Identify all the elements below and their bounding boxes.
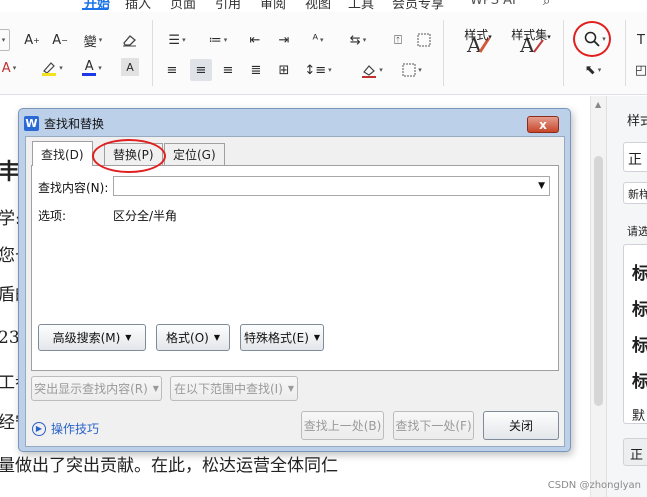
- justify-icon[interactable]: ≣: [246, 59, 266, 81]
- doc-heading: 丰: [0, 159, 21, 185]
- tips-link[interactable]: ▶ 操作技巧: [32, 420, 99, 437]
- tab-review[interactable]: 审阅: [260, 0, 286, 12]
- pane-prompt: 请选: [627, 225, 647, 238]
- ribbon: ▾ A + A − 變 ▾ A ▾ ▾ A ▾ A ☰ ▾ ≔ ▾ ⇤ ⇥ ᴬ ▾ ⇆ ▾ ⍐ ≡…: [0, 12, 647, 95]
- style-item[interactable]: 标: [632, 331, 647, 356]
- watermark: CSDN @zhonglyan: [547, 480, 641, 491]
- doc-line: 量做出了突出贡献。在此，松达运营全体同仁: [0, 456, 338, 476]
- style-button[interactable]: A 样式▾: [452, 26, 504, 88]
- style-item[interactable]: 标: [632, 295, 647, 320]
- tab-wps-ai[interactable]: WPS AI: [470, 0, 516, 8]
- close-button[interactable]: 关闭: [483, 411, 559, 440]
- borders-icon[interactable]: [414, 29, 434, 51]
- style-item[interactable]: 标: [632, 259, 647, 284]
- search-icon[interactable]: ⌕: [543, 0, 550, 9]
- find-input[interactable]: ▼: [113, 176, 550, 196]
- decrease-indent-icon[interactable]: ⇤: [245, 29, 265, 51]
- find-replace-dialog: W 查找和替换 x 查找(D) 替换(P) 定位(G) 查找内容(N): ▼ 选…: [18, 108, 571, 452]
- increase-indent-icon[interactable]: ⇥: [274, 29, 294, 51]
- numbered-list-icon[interactable]: ≔ ▾: [205, 29, 231, 51]
- find-previous-button[interactable]: 查找上一处(B): [301, 411, 384, 440]
- char-shading-icon[interactable]: A: [121, 58, 139, 76]
- text-box-icon[interactable]: T: [634, 29, 647, 51]
- find-next-button[interactable]: 查找下一处(F): [393, 411, 474, 440]
- chevron-down-icon[interactable]: ▼: [538, 181, 545, 191]
- style-list: 标 标 标 标 默: [623, 244, 647, 424]
- scroll-thumb[interactable]: [594, 156, 603, 406]
- format-button[interactable]: 格式(O) ▼: [156, 324, 230, 351]
- divider: [152, 20, 153, 86]
- text-direction-icon[interactable]: ᴬ ▾: [304, 29, 332, 51]
- active-tab-indicator: [82, 8, 108, 10]
- style-pane: 样式 正 新样 请选 标 标 标 标 默 正: [606, 96, 647, 497]
- tab-tools[interactable]: 工具: [348, 0, 374, 12]
- grow-font-icon[interactable]: A +: [22, 29, 42, 51]
- tab-references[interactable]: 引用: [215, 0, 241, 12]
- tab-goto[interactable]: 定位(G): [164, 143, 225, 165]
- clear-format-icon[interactable]: [118, 29, 140, 51]
- options-label: 选项:: [38, 209, 67, 223]
- tab-view[interactable]: 视图: [305, 0, 331, 12]
- show-marks-icon[interactable]: ⍐: [388, 29, 408, 51]
- advanced-search-button[interactable]: 高级搜索(M) ▼: [38, 324, 146, 351]
- find-text-field[interactable]: [114, 177, 524, 195]
- scroll-up-icon[interactable]: ▲: [595, 100, 601, 109]
- shading-icon[interactable]: ▾: [358, 59, 386, 81]
- special-format-button[interactable]: 特殊格式(E) ▼: [240, 324, 324, 351]
- align-left-icon[interactable]: ≡: [162, 59, 182, 81]
- doc-line: 23: [0, 328, 20, 348]
- bullet-list-icon[interactable]: ☰ ▾: [164, 29, 190, 51]
- current-style-field[interactable]: 正: [623, 142, 647, 172]
- font-color-icon[interactable]: A ▾: [78, 57, 106, 79]
- find-in-button[interactable]: 在以下范围中查找(I) ▼: [170, 376, 298, 401]
- tab-member[interactable]: 会员专享: [392, 0, 444, 12]
- phonetic-guide-icon[interactable]: 變 ▾: [80, 29, 106, 51]
- distributed-icon[interactable]: ⊞: [274, 59, 294, 81]
- tab-page[interactable]: 页面: [170, 0, 196, 12]
- bottom-style-field[interactable]: 正: [623, 438, 647, 466]
- new-style-button[interactable]: 新样: [623, 182, 647, 204]
- divider: [625, 20, 626, 86]
- doc-line: …: [0, 488, 15, 497]
- style-item[interactable]: 标: [632, 367, 647, 392]
- text-effect-icon[interactable]: A ▾: [0, 57, 20, 79]
- align-center-icon[interactable]: ≡: [190, 59, 212, 81]
- font-size-dropdown[interactable]: ▾: [0, 29, 10, 51]
- sort-icon[interactable]: ⇆ ▾: [345, 29, 371, 51]
- highlight-icon[interactable]: ▾: [38, 57, 66, 79]
- style-set-button[interactable]: A 样式集▾: [505, 26, 557, 88]
- pane-title: 样式: [627, 114, 647, 129]
- align-right-icon[interactable]: ≡: [218, 59, 238, 81]
- line-spacing-icon[interactable]: ↕≡ ▾: [304, 59, 332, 81]
- highlight-circle: [92, 139, 166, 173]
- divider: [443, 20, 444, 86]
- vertical-scrollbar[interactable]: ▲: [590, 96, 606, 497]
- wps-logo-icon: W: [24, 115, 39, 131]
- shape-icon[interactable]: ◰: [634, 59, 647, 81]
- ribbon-tab-bar: 开始 插入 页面 引用 审阅 视图 工具 会员专享 WPS AI ⌕: [0, 0, 647, 12]
- style-item[interactable]: 默: [632, 405, 645, 424]
- select-pointer-icon[interactable]: ⬉ ▾: [580, 59, 606, 81]
- close-icon[interactable]: x: [527, 116, 559, 133]
- divider: [563, 20, 564, 86]
- play-icon: ▶: [32, 421, 46, 436]
- border-box-icon[interactable]: ▾: [398, 59, 426, 81]
- tab-insert[interactable]: 插入: [125, 0, 151, 12]
- find-label: 查找内容(N):: [38, 181, 109, 195]
- tab-find[interactable]: 查找(D): [32, 141, 93, 166]
- highlight-circle: [573, 21, 611, 57]
- find-tab-panel: 查找内容(N): ▼ 选项: 区分全/半角 高级搜索(M) ▼ 格式(O) ▼ 特殊…: [31, 165, 559, 371]
- tab-home[interactable]: 开始: [84, 0, 110, 12]
- dialog-body: 查找(D) 替换(P) 定位(G) 查找内容(N): ▼ 选项: 区分全/半角 …: [25, 136, 565, 447]
- shrink-font-icon[interactable]: A −: [50, 29, 70, 51]
- highlight-results-button[interactable]: 突出显示查找内容(R) ▼: [31, 376, 162, 401]
- options-value: 区分全/半角: [113, 209, 178, 223]
- dialog-titlebar[interactable]: W 查找和替换 x: [24, 113, 565, 133]
- dialog-title: 查找和替换: [44, 116, 105, 131]
